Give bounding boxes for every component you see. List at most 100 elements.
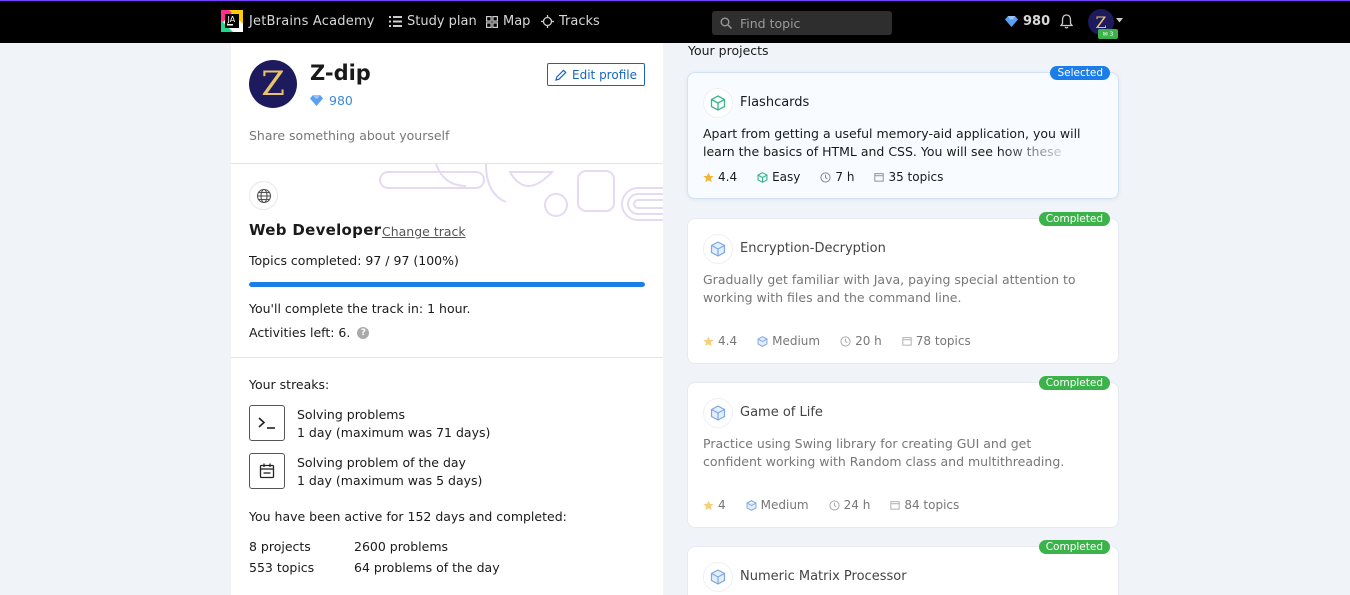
edit-profile-button[interactable]: Edit profile	[547, 63, 645, 86]
help-icon[interactable]: ?	[357, 326, 370, 339]
project-cube-icon	[703, 398, 733, 428]
clock-icon	[840, 335, 851, 347]
calendar-icon	[902, 337, 912, 346]
rating: 4.4	[703, 170, 737, 184]
calendar-icon	[249, 453, 285, 489]
cube-icon	[746, 499, 757, 511]
status-badge: Completed	[1038, 212, 1110, 226]
nav-map[interactable]: Map	[486, 14, 530, 29]
difficulty: Easy	[757, 170, 800, 184]
gems-counter[interactable]: 980	[1005, 14, 1050, 29]
search-box[interactable]	[712, 11, 892, 35]
track-progress-bar	[249, 282, 645, 287]
track-title: Web Developer	[249, 221, 382, 239]
difficulty-value: Medium	[760, 498, 809, 512]
nav-map-label: Map	[503, 14, 531, 29]
duration-value: 24 h	[843, 498, 871, 512]
clock-icon	[829, 499, 840, 511]
streak-name: Solving problems	[297, 407, 405, 422]
project-card[interactable]: Completed Game of Life Practice using Sw…	[687, 376, 1119, 528]
difficulty-value: Easy	[772, 170, 801, 184]
project-cube-icon	[703, 562, 733, 592]
nav-study-plan-label: Study plan	[407, 14, 477, 29]
star-icon	[703, 499, 714, 510]
star-icon	[703, 335, 714, 346]
status-badge: Selected	[1050, 66, 1110, 80]
gem-icon	[310, 95, 323, 106]
topics-value: 35 topics	[888, 170, 944, 184]
cube-icon	[757, 171, 768, 183]
brand-name[interactable]: JetBrains Academy	[249, 14, 375, 29]
stat-problems: 2600 problems	[354, 539, 449, 554]
divider	[231, 357, 663, 358]
svg-text:JA: JA	[227, 15, 236, 24]
rating: 4.4	[703, 334, 737, 348]
bell-icon[interactable]	[1060, 14, 1073, 29]
profile-avatar-letter: Z	[261, 64, 285, 104]
streak-value: 1 day (maximum was 71 days)	[297, 425, 491, 440]
duration-value: 7 h	[835, 170, 855, 184]
project-title[interactable]: Numeric Matrix Processor	[740, 569, 907, 584]
rating-value: 4.4	[718, 170, 738, 184]
topics-value: 78 topics	[915, 334, 971, 348]
gems-count: 980	[1023, 14, 1051, 29]
duration: 20 h	[840, 334, 882, 348]
activities-left: Activities left: 6. ?	[249, 325, 370, 340]
profile-gems-count: 980	[329, 93, 353, 108]
stat-problems-of-day: 64 problems of the day	[354, 560, 500, 575]
text-fade	[998, 143, 1078, 161]
activity-summary: You have been active for 152 days and co…	[249, 509, 567, 524]
project-card[interactable]: Completed Numeric Matrix Processor	[687, 540, 1119, 595]
cube-icon	[757, 335, 768, 347]
calendar-icon	[890, 501, 900, 510]
rating: 4	[703, 498, 726, 512]
rating-value: 4.4	[718, 334, 738, 348]
duration: 7 h	[820, 170, 854, 184]
list-icon	[389, 16, 402, 27]
project-card[interactable]: Selected Flashcards Apart from getting a…	[687, 66, 1119, 199]
difficulty-value: Medium	[772, 334, 821, 348]
streak-value: 1 day (maximum was 5 days)	[297, 473, 483, 488]
calendar-icon	[874, 173, 885, 182]
nav-study-plan[interactable]: Study plan	[389, 14, 477, 29]
rating-value: 4	[718, 498, 726, 512]
profile-gems: 980	[310, 93, 353, 108]
activities-left-text: Activities left: 6.	[249, 325, 351, 340]
profile-panel: Z Z-dip 980 Edit profile Share something…	[231, 43, 663, 595]
project-meta: 4.4 Medium 20 h 78 topics	[703, 334, 971, 348]
edit-profile-label: Edit profile	[572, 67, 637, 82]
duration-value: 20 h	[855, 334, 882, 348]
change-track-link[interactable]: Change track	[382, 224, 466, 239]
search-input[interactable]	[740, 15, 880, 31]
terminal-icon	[249, 405, 285, 441]
topics-value: 84 topics	[904, 498, 960, 512]
project-title[interactable]: Flashcards	[740, 95, 809, 110]
topics-count: 84 topics	[890, 498, 959, 512]
nav-tracks[interactable]: Tracks	[541, 14, 600, 29]
duration: 24 h	[829, 498, 871, 512]
map-icon	[486, 15, 498, 28]
difficulty: Medium	[746, 498, 809, 512]
profile-avatar: Z	[249, 60, 297, 108]
gem-icon	[1005, 16, 1018, 27]
nav-tracks-label: Tracks	[559, 14, 600, 29]
project-title[interactable]: Game of Life	[740, 405, 823, 420]
project-title[interactable]: Encryption-Decryption	[740, 241, 886, 256]
project-description: Gradually get familiar with Java, paying…	[703, 272, 1076, 305]
topics-count: 35 topics	[874, 170, 943, 184]
chevron-down-icon[interactable]	[1116, 18, 1123, 23]
jetbrains-academy-logo-icon[interactable]: JA	[221, 10, 243, 32]
clock-icon	[820, 171, 831, 183]
project-cube-icon	[703, 88, 733, 118]
stat-projects: 8 projects	[249, 539, 311, 554]
project-card[interactable]: Completed Encryption-Decryption Graduall…	[687, 212, 1119, 364]
stat-topics: 553 topics	[249, 560, 315, 575]
projects-title: Your projects	[688, 43, 769, 58]
bio-placeholder[interactable]: Share something about yourself	[249, 128, 449, 143]
streak-name: Solving problem of the day	[297, 455, 466, 470]
difficulty: Medium	[757, 334, 820, 348]
project-description: Practice using Swing library for creatin…	[703, 436, 1065, 469]
tracks-icon	[541, 15, 554, 28]
track-progress-fill	[249, 282, 645, 287]
mail-badge-icon: ✉ 3	[1098, 29, 1118, 39]
